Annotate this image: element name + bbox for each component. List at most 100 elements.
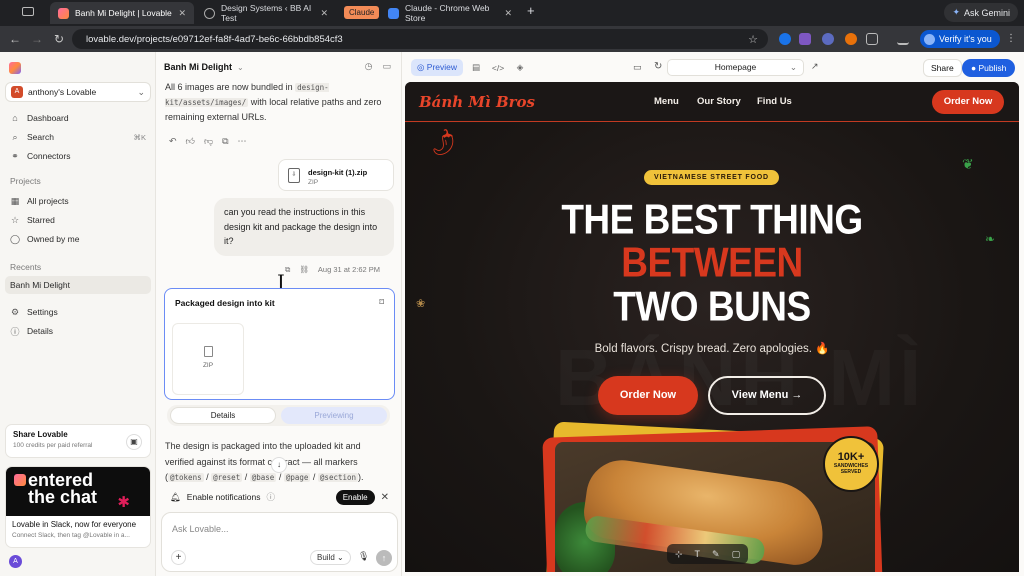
share-lovable-card[interactable]: Share Lovable 100 credits per paid refer… <box>5 424 151 458</box>
site-nav-find-us[interactable]: Find Us <box>757 96 792 107</box>
chat-header-actions: ◷ ▭ <box>365 61 391 72</box>
attachment-chip[interactable]: ⇩ design-kit (1).zip ZIP <box>278 159 394 191</box>
composer-placeholder[interactable]: Ask Lovable... <box>172 524 229 534</box>
hero-order-now-button[interactable]: Order Now <box>598 376 698 415</box>
close-icon[interactable]: ✕ <box>178 8 186 19</box>
sidebar-item-all-projects[interactable]: ▦ All projects <box>5 192 151 210</box>
recent-project-banh-mi-delight[interactable]: Banh Mi Delight <box>5 276 151 294</box>
refresh-icon[interactable]: ↻ <box>654 61 662 72</box>
bookmark-icon[interactable]: ⌑ <box>379 297 384 308</box>
chevron-down-icon: ⌄ <box>237 63 244 72</box>
home-icon: ⌂ <box>12 113 18 123</box>
tab-details[interactable]: Details <box>170 407 276 424</box>
pencil-icon[interactable]: ✎ <box>712 549 720 560</box>
sidebar-item-starred[interactable]: ☆ Starred <box>5 211 151 229</box>
tab-group-claude[interactable]: Claude <box>344 6 380 19</box>
select-icon[interactable]: ⊹ <box>675 549 683 560</box>
copy-icon[interactable]: ⧉ <box>222 136 228 147</box>
chevron-down-icon: ⌄ <box>789 62 797 72</box>
browser-toolbar: ← → ↻ lovable.dev/projects/e09712ef-fa8f… <box>0 26 1024 52</box>
chat-panel: Banh Mi Delight ⌄ ◷ ▭ All 6 images are no… <box>157 52 402 576</box>
sidebar-item-search[interactable]: ⌕ Search ⌘K <box>5 128 151 146</box>
claude-extension-icon[interactable] <box>845 33 857 45</box>
history-icon[interactable]: ◷ <box>365 61 373 72</box>
bookmark-star-icon[interactable]: ☆ <box>748 33 758 46</box>
open-external-icon[interactable]: ↗ <box>811 61 819 72</box>
inline-code: @base <box>249 473 277 482</box>
attachment-name: design-kit (1).zip <box>308 168 368 177</box>
code-icon[interactable]: </> <box>489 63 507 73</box>
back-arrow-icon[interactable]: ← <box>4 32 26 46</box>
extension-icon[interactable] <box>822 33 834 45</box>
reload-icon[interactable]: ↻ <box>48 32 70 46</box>
send-arrow-icon[interactable]: ↑ <box>376 550 392 566</box>
user-avatar[interactable]: A <box>9 555 22 568</box>
close-icon[interactable]: ✕ <box>504 8 512 19</box>
site-nav-our-story[interactable]: Our Story <box>697 96 741 107</box>
close-icon[interactable]: ✕ <box>320 8 328 19</box>
undo-icon[interactable]: ↶ <box>169 136 177 147</box>
lovable-logo-icon[interactable] <box>9 62 21 74</box>
tab-chrome-web-store[interactable]: Claude - Chrome Web Store ✕ <box>380 2 520 24</box>
sidebar-toggle-icon[interactable]: ▭ <box>382 61 391 72</box>
monitor-icon[interactable]: ▭ <box>633 62 642 73</box>
scroll-down-arrow-icon[interactable]: ↓ <box>271 457 287 473</box>
promo-art-line: the chat <box>28 487 98 507</box>
gift-icon[interactable]: ▣ <box>126 434 142 450</box>
artifact-file-tile[interactable]: ZIP <box>172 323 244 395</box>
link-icon[interactable]: ⛓ <box>299 265 309 275</box>
extensions-puzzle-icon[interactable] <box>866 33 878 45</box>
thumbs-down-icon[interactable]: 👎︎ <box>204 136 213 147</box>
extension-icon[interactable] <box>779 33 791 45</box>
forward-arrow-icon[interactable]: → <box>26 32 48 46</box>
document-icon[interactable]: ▤ <box>467 62 485 73</box>
zip-file-icon: ⇩ <box>288 168 300 183</box>
new-tab-plus-icon[interactable]: + <box>527 3 535 18</box>
route-select[interactable]: Homepage ⌄ <box>667 59 804 76</box>
slack-promo-card[interactable]: entered the chat ✱ Lovable in Slack, now… <box>5 466 151 548</box>
chat-composer[interactable]: Ask Lovable... + Build ⌄ 🎙︎ ↑ <box>161 512 398 572</box>
sidebar-item-connectors[interactable]: ⚭ Connectors <box>5 147 151 165</box>
info-icon[interactable]: ⓘ <box>267 491 276 503</box>
text-icon[interactable]: T <box>695 549 701 559</box>
hero-view-menu-button[interactable]: View Menu → <box>708 376 826 415</box>
tab-banh-mi-delight[interactable]: Banh Mi Delight | Lovable ✕ <box>50 2 194 24</box>
share-button[interactable]: Share <box>923 59 962 77</box>
project-title-dropdown[interactable]: Banh Mi Delight ⌄ <box>164 62 244 72</box>
site-nav-menu[interactable]: Menu <box>654 96 679 107</box>
site-logo[interactable]: Bánh Mì Bros <box>419 93 535 111</box>
address-bar[interactable]: lovable.dev/projects/e09712ef-fa8f-4ad7-… <box>72 29 768 49</box>
sidebar-item-settings[interactable]: ⚙ Settings <box>5 303 151 321</box>
sidebar-item-details[interactable]: ⓘ Details <box>5 322 151 340</box>
copy-icon[interactable]: ⧉ <box>285 265 290 275</box>
menu-kebab-icon[interactable]: ⋮ <box>1006 33 1016 44</box>
close-icon[interactable]: ✕ <box>381 492 389 503</box>
thumbs-up-icon[interactable]: 👍︎ <box>186 136 195 147</box>
site-order-now-button[interactable]: Order Now <box>932 90 1004 114</box>
microphone-icon[interactable]: 🎙︎ <box>358 551 369 562</box>
artifact-card[interactable]: Packaged design into kit ⌑ ZIP <box>164 288 395 400</box>
tab-label: Preview <box>426 62 458 72</box>
sidebar-item-owned-by-me[interactable]: ◯ Owned by me <box>5 230 151 248</box>
tab-previewing[interactable]: Previewing <box>281 407 387 424</box>
add-attachment-plus-icon[interactable]: + <box>171 550 186 565</box>
badge-label: SERVED <box>840 469 862 475</box>
extension-icon[interactable] <box>799 33 811 45</box>
workspace-switcher[interactable]: A anthony's Lovable ⌄ <box>5 82 151 102</box>
comment-icon[interactable]: ▢ <box>732 549 741 560</box>
sidebar-item-dashboard[interactable]: ⌂ Dashboard <box>5 109 151 127</box>
tab-search-icon[interactable] <box>22 7 34 16</box>
more-icon[interactable]: ⋯ <box>238 136 247 147</box>
browser-tab-strip: Banh Mi Delight | Lovable ✕ Design Syste… <box>0 0 1024 26</box>
promo-title: Lovable in Slack, now for everyone <box>12 520 137 529</box>
download-icon[interactable] <box>897 33 909 45</box>
workspace-name: anthony's Lovable <box>28 87 97 97</box>
tab-design-systems[interactable]: Design Systems ‹ BB AI Test ✕ <box>196 2 336 24</box>
publish-button[interactable]: ● Publish <box>962 59 1016 77</box>
layers-icon[interactable]: ◈ <box>511 62 529 73</box>
ask-gemini-button[interactable]: ✦ Ask Gemini <box>944 3 1018 22</box>
verify-identity-button[interactable]: Verify it's you <box>920 30 1000 48</box>
tab-preview[interactable]: ◎ Preview <box>411 59 464 76</box>
enable-notifications-button[interactable]: Enable <box>335 489 375 505</box>
mode-select[interactable]: Build ⌄ <box>310 550 351 565</box>
